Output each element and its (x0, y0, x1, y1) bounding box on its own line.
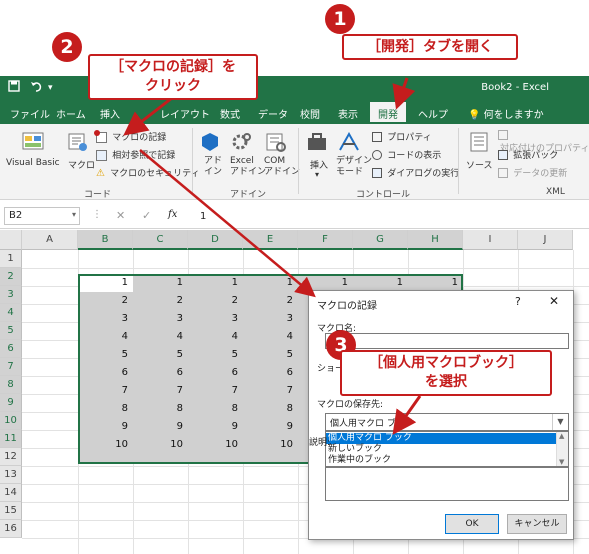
arrow-to-dialog (139, 149, 316, 298)
step-1-callout: ［開発］タブを開く (342, 34, 518, 60)
step-3-callout: ［個人用マクロブック］ を選択 (340, 350, 552, 396)
arrow-to-record-macro (123, 96, 173, 136)
step-3-line-2: を選択 (425, 374, 467, 390)
step-2-line-1: ［マクロの記録］を (110, 59, 236, 75)
step-1-badge: 1 (325, 4, 355, 34)
step-2-callout: ［マクロの記録］を クリック (88, 54, 258, 100)
arrow-to-personal-workbook (392, 395, 422, 435)
arrow-to-developer-tab (392, 77, 416, 110)
step-3-line-1: ［個人用マクロブック］ (369, 355, 523, 371)
step-2-line-2: クリック (145, 78, 201, 94)
step-2-badge: 2 (52, 32, 82, 62)
